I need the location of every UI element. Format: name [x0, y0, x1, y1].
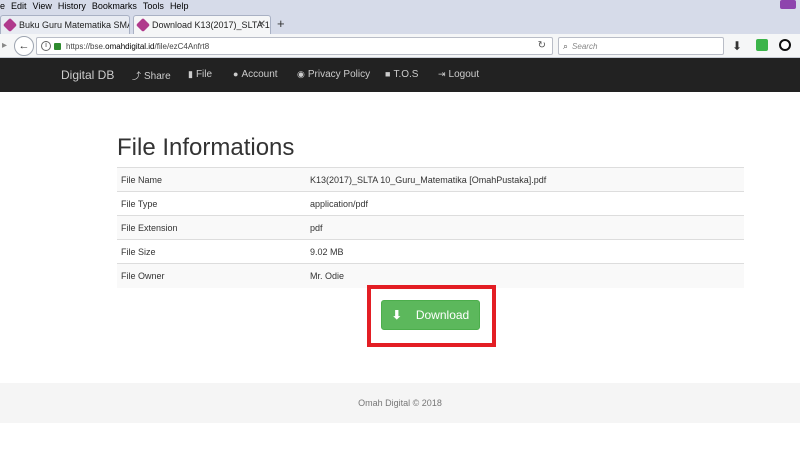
url-host: omahdigital.id — [105, 41, 155, 51]
nav-file-label: File — [195, 69, 213, 80]
menu-item-tools[interactable]: Tools — [143, 1, 164, 11]
nav-logout-label: Logout — [448, 69, 480, 80]
url-path: /file/ezC4Anfrt8 — [154, 41, 210, 51]
secure-lock-icon — [54, 42, 61, 50]
nav-tos[interactable]: ■ T.O.S — [385, 69, 418, 80]
site-brand[interactable]: Digital DB — [61, 68, 114, 82]
tab-strip: Buku Guru Matematika SMA... Download K13… — [0, 12, 800, 34]
url-bar[interactable]: i https://bse. omahdigital.id/file/ezC4An… — [36, 37, 553, 55]
tab-download[interactable]: Download K13(2017)_SLTA 1... ✕ — [133, 15, 271, 34]
nav-share-label: Share — [144, 71, 171, 82]
favicon-icon — [2, 17, 18, 33]
row-value: pdf — [306, 215, 744, 240]
nav-tos-label: T.O.S — [393, 69, 419, 80]
row-value: 9.02 MB — [306, 239, 744, 264]
menu-item-edit[interactable]: Edit — [11, 1, 27, 11]
info-icon[interactable]: i — [41, 41, 51, 51]
site-navbar: Digital DB ⤴ Share ▮ File ● Account ◉ Privac… — [0, 58, 800, 92]
url-prefix: https://bse. — [66, 41, 106, 51]
file-icon: ▮ — [188, 69, 193, 79]
search-input[interactable]: ⌕ Search — [558, 37, 724, 55]
row-label: File Type — [117, 191, 306, 216]
page-title: File Informations — [117, 134, 295, 161]
nav-privacy-policy[interactable]: ◉ Privacy Policy — [297, 69, 370, 80]
row-value: K13(2017)_SLTA 10_Guru_Matematika [OmahP… — [306, 167, 744, 192]
download-button[interactable]: ⬇ Download — [381, 300, 480, 330]
extension-icon[interactable] — [756, 39, 768, 51]
download-label: Download — [415, 308, 470, 322]
user-icon: ● — [233, 69, 239, 79]
download-icon: ⬇ — [391, 308, 402, 322]
row-label: File Size — [117, 239, 306, 264]
table-row: File Name K13(2017)_SLTA 10_Guru_Matemat… — [117, 167, 744, 192]
logout-icon: ⇥ — [438, 69, 446, 79]
menu-item-bookmarks[interactable]: Bookmarks — [92, 1, 137, 11]
browser-menubar: e Edit View History Bookmarks Tools Help — [0, 0, 800, 12]
forward-arrow-icon[interactable]: ▸ — [2, 40, 7, 51]
footer: Omah Digital © 2018 — [0, 383, 800, 423]
table-row: File Size 9.02 MB — [117, 239, 744, 264]
row-value: Mr. Odie — [306, 263, 744, 288]
tab-label: Download K13(2017)_SLTA 1... — [152, 20, 271, 30]
share-icon: ⤴ — [132, 71, 142, 81]
browser-toolbar: ▸ ← i https://bse. omahdigital.id/file/ez… — [0, 34, 800, 58]
back-button[interactable]: ← — [14, 36, 34, 56]
eye-icon: ◉ — [297, 69, 305, 79]
private-mask-icon — [780, 0, 796, 9]
tab-buku-guru[interactable]: Buku Guru Matematika SMA... — [0, 15, 130, 34]
table-row: File Type application/pdf — [117, 191, 744, 216]
favicon-icon — [135, 17, 151, 33]
menu-item-history[interactable]: History — [58, 1, 86, 11]
menu-item-file[interactable]: e — [0, 1, 5, 11]
row-label: File Name — [117, 167, 306, 192]
downloads-icon[interactable]: ⬇ — [732, 39, 742, 53]
row-label: File Extension — [117, 215, 306, 240]
lock-icon: ■ — [385, 69, 391, 79]
tab-label: Buku Guru Matematika SMA... — [19, 20, 130, 30]
nav-privacy-label: Privacy Policy — [307, 69, 371, 80]
extension-circle-icon[interactable] — [779, 39, 791, 51]
table-row: File Owner Mr. Odie — [117, 263, 744, 288]
row-label: File Owner — [117, 263, 306, 288]
nav-share[interactable]: ⤴ Share — [132, 69, 171, 82]
search-icon: ⌕ — [563, 40, 569, 51]
reload-icon[interactable]: ↻ — [538, 40, 546, 51]
nav-account[interactable]: ● Account — [233, 69, 278, 80]
nav-logout[interactable]: ⇥ Logout — [438, 69, 479, 80]
file-info-table: File Name K13(2017)_SLTA 10_Guru_Matemat… — [117, 167, 744, 288]
new-tab-button[interactable]: + — [277, 16, 285, 31]
footer-text: Omah Digital © 2018 — [358, 398, 442, 408]
close-tab-icon[interactable]: ✕ — [258, 19, 266, 30]
nav-account-label: Account — [241, 69, 278, 80]
row-value: application/pdf — [306, 191, 744, 216]
menu-item-help[interactable]: Help — [170, 1, 189, 11]
menu-item-view[interactable]: View — [33, 1, 52, 11]
table-row: File Extension pdf — [117, 215, 744, 240]
search-placeholder: Search — [572, 41, 598, 51]
nav-file[interactable]: ▮ File — [188, 69, 212, 80]
